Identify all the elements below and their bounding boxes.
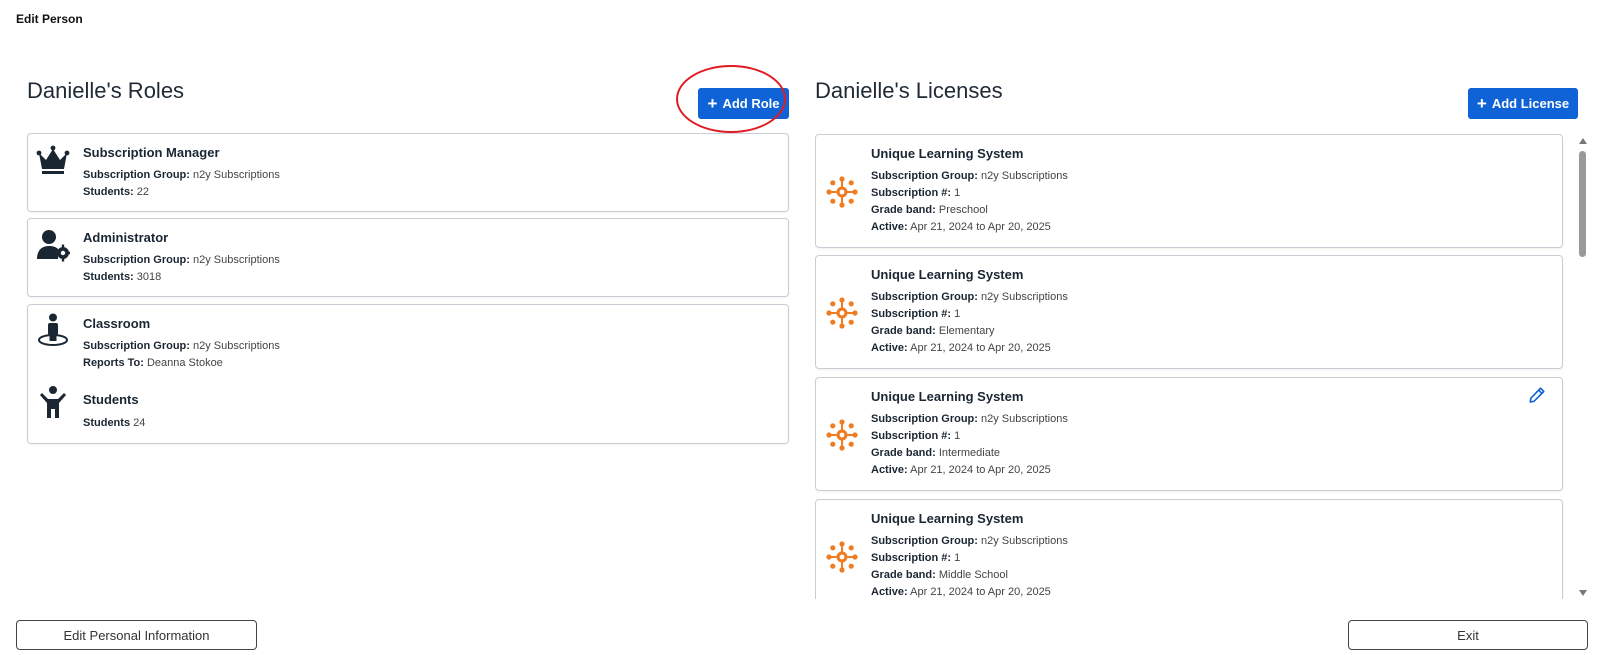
license-card: Unique Learning System Subscription Grou… [815,134,1563,248]
license-detail-line: Grade band: Preschool [871,204,988,216]
ulsystem-logo-icon [826,419,858,451]
scroll-up-arrow-icon[interactable] [1579,138,1587,144]
user-gear-icon [37,230,70,262]
add-role-highlight-ring [676,65,786,133]
license-detail-line: Subscription Group: n2y Subscriptions [871,291,1068,303]
ulsystem-logo-icon [826,297,858,329]
ulsystem-logo-icon [826,541,858,573]
license-detail-line: Subscription Group: n2y Subscriptions [871,535,1068,547]
roles-section-title: Danielle's Roles [27,78,185,103]
license-detail-line: Grade band: Intermediate [871,447,1001,459]
add-license-label: Add License [1491,96,1570,111]
page-header: Edit Person [16,12,83,26]
license-detail-line: Grade band: Middle School [871,569,1008,581]
licenses-scrollbar[interactable] [1578,132,1590,598]
license-detail-line: Subscription Group: n2y Subscriptions [871,413,1068,425]
role-detail-line: Subscription Group: n2y Subscriptions [83,169,280,181]
add-license-button[interactable]: + Add License [1468,88,1578,119]
role-title: Subscription Manager [83,145,220,160]
license-detail-line: Subscription #: 1 [871,430,961,442]
plus-icon: + [1476,94,1487,113]
role-title: Students [83,392,139,407]
role-detail-line: Subscription Group: n2y Subscriptions [83,340,280,352]
license-detail-line: Grade band: Elementary [871,325,995,337]
license-card: Unique Learning System Subscription Grou… [815,377,1563,491]
role-title: Administrator [83,230,169,245]
role-detail-line: Students: 22 [83,186,150,198]
license-detail-line: Active: Apr 21, 2024 to Apr 20, 2025 [871,342,1051,354]
role-detail-line: Students: 3018 [83,271,162,283]
person-circle-icon [38,313,68,346]
pencil-edit-icon[interactable] [1528,386,1546,404]
license-detail-line: Subscription #: 1 [871,187,961,199]
license-detail-line: Active: Apr 21, 2024 to Apr 20, 2025 [871,221,1051,233]
role-card: Administrator Subscription Group: n2y Su… [27,218,789,297]
license-title: Unique Learning System [871,146,1024,161]
child-icon [40,386,66,418]
license-card: Unique Learning System Subscription Grou… [815,499,1563,599]
license-detail-line: Subscription #: 1 [871,308,961,320]
license-detail-line: Active: Apr 21, 2024 to Apr 20, 2025 [871,464,1051,476]
license-detail-line: Active: Apr 21, 2024 to Apr 20, 2025 [871,586,1051,598]
license-detail-line: Subscription Group: n2y Subscriptions [871,170,1068,182]
role-detail-line: Students 24 [83,417,146,429]
crown-icon [36,145,70,174]
exit-button[interactable]: Exit [1348,620,1588,650]
role-title: Classroom [83,316,151,331]
scroll-down-arrow-icon[interactable] [1579,590,1587,596]
ulsystem-logo-icon [826,176,858,208]
scroll-thumb[interactable] [1579,151,1586,257]
license-title: Unique Learning System [871,267,1024,282]
licenses-list[interactable]: Unique Learning System Subscription Grou… [815,132,1575,599]
licenses-section-title: Danielle's Licenses [815,78,1003,103]
license-title: Unique Learning System [871,511,1024,526]
license-card: Unique Learning System Subscription Grou… [815,255,1563,369]
role-detail-line: Subscription Group: n2y Subscriptions [83,254,280,266]
role-card: Classroom Subscription Group: n2y Subscr… [27,304,789,444]
license-title: Unique Learning System [871,389,1024,404]
role-card: Subscription Manager Subscription Group:… [27,133,789,212]
license-detail-line: Subscription #: 1 [871,552,961,564]
role-detail-line: Reports To: Deanna Stokoe [83,357,223,369]
edit-personal-information-button[interactable]: Edit Personal Information [16,620,257,650]
